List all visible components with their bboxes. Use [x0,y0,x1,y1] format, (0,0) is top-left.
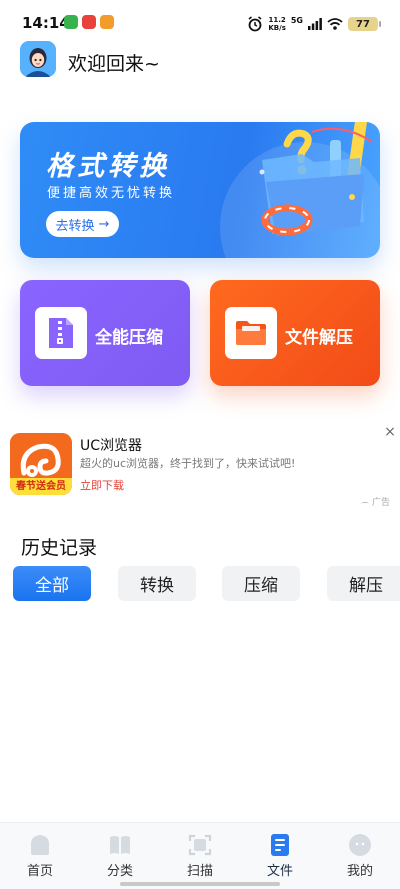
extract-icon-box [225,307,277,359]
ad-tag-mark [361,502,369,505]
folder-icon [236,321,266,345]
ad-logo-band: 春节送会员 [10,478,72,495]
nav-category[interactable]: 分类 [90,833,150,881]
network-speed-unit: KB/s [268,24,286,32]
tab-extract[interactable]: 解压 [327,566,400,601]
ad-tag-label: 广告 [372,498,391,508]
compress-card[interactable]: 全能压缩 [20,280,190,386]
status-time: 14:14 [22,14,70,32]
nav-category-label: 分类 [106,864,133,879]
nav-home[interactable]: 首页 [10,833,70,881]
battery-indicator: 77 [348,17,381,31]
uc-browser-logo: 春节送会员 [10,433,72,495]
format-convert-banner[interactable]: 格式转换 便捷高效无忧转换 去转换 → [20,122,380,258]
profile-icon [349,834,371,856]
hero-subtitle: 便捷高效无忧转换 [47,186,176,201]
home-icon [31,835,49,855]
welcome-text: 欢迎回来~ [68,53,160,75]
arrow-right-icon: → [98,216,110,232]
go-convert-label: 去转换 [55,218,95,234]
avatar-image [20,41,56,77]
file-icon [271,834,289,856]
hero-title: 格式转换 [46,151,170,182]
notification-app-icon [100,15,114,29]
tab-all[interactable]: 全部 [13,566,91,601]
ad-download-link[interactable]: 立即下载 [80,477,124,493]
folder-illustration-icon [259,122,373,236]
ad-tag: 广告 [361,495,390,508]
nav-scan[interactable]: 扫描 [170,833,230,881]
tab-compress[interactable]: 压缩 [222,566,300,601]
nav-files-label: 文件 [266,864,293,879]
nav-profile[interactable]: 我的 [330,833,390,881]
compress-label: 全能压缩 [95,328,163,348]
network-speed: 11.2 KB/s [268,16,285,32]
status-bar: 14:14 11.2 KB/s 5G 77 [0,0,400,48]
history-title: 历史记录 [21,537,98,559]
go-convert-button[interactable]: 去转换 → [46,211,119,237]
nav-profile-label: 我的 [346,864,373,879]
ad-title: UC浏览器 [80,438,143,454]
zip-file-icon [49,318,73,348]
compress-icon-box [35,307,87,359]
bottom-nav: 首页 分类 扫描 文件 我的 [0,822,400,889]
extract-card[interactable]: 文件解压 [210,280,380,386]
nav-home-label: 首页 [26,864,53,879]
wifi-icon [327,18,343,30]
ad-description: 超火的uc浏览器，终于找到了，快来试试吧! [80,457,296,470]
battery-level: 77 [356,18,370,30]
tab-convert[interactable]: 转换 [118,566,196,601]
nav-scan-label: 扫描 [186,864,213,879]
scan-icon [188,834,212,856]
notification-app-icon [82,15,96,29]
nav-files[interactable]: 文件 [250,833,310,881]
close-icon[interactable]: × [380,425,400,439]
notification-app-icon [64,15,78,29]
history-tabs: 全部 转换 压缩 解压 [13,566,400,601]
signal-icon [308,18,322,30]
ad-banner[interactable]: 春节送会员 UC浏览器 超火的uc浏览器，终于找到了，快来试试吧! 立即下载 ×… [0,425,400,510]
extract-label: 文件解压 [285,328,353,348]
book-icon [110,836,130,854]
network-type: 5G [290,15,303,25]
network-speed-value: 11.2 [268,16,286,24]
alarm-icon [248,16,262,32]
status-icons: 11.2 KB/s 5G 77 [247,14,381,34]
avatar[interactable] [20,41,56,77]
home-indicator[interactable] [120,882,280,886]
